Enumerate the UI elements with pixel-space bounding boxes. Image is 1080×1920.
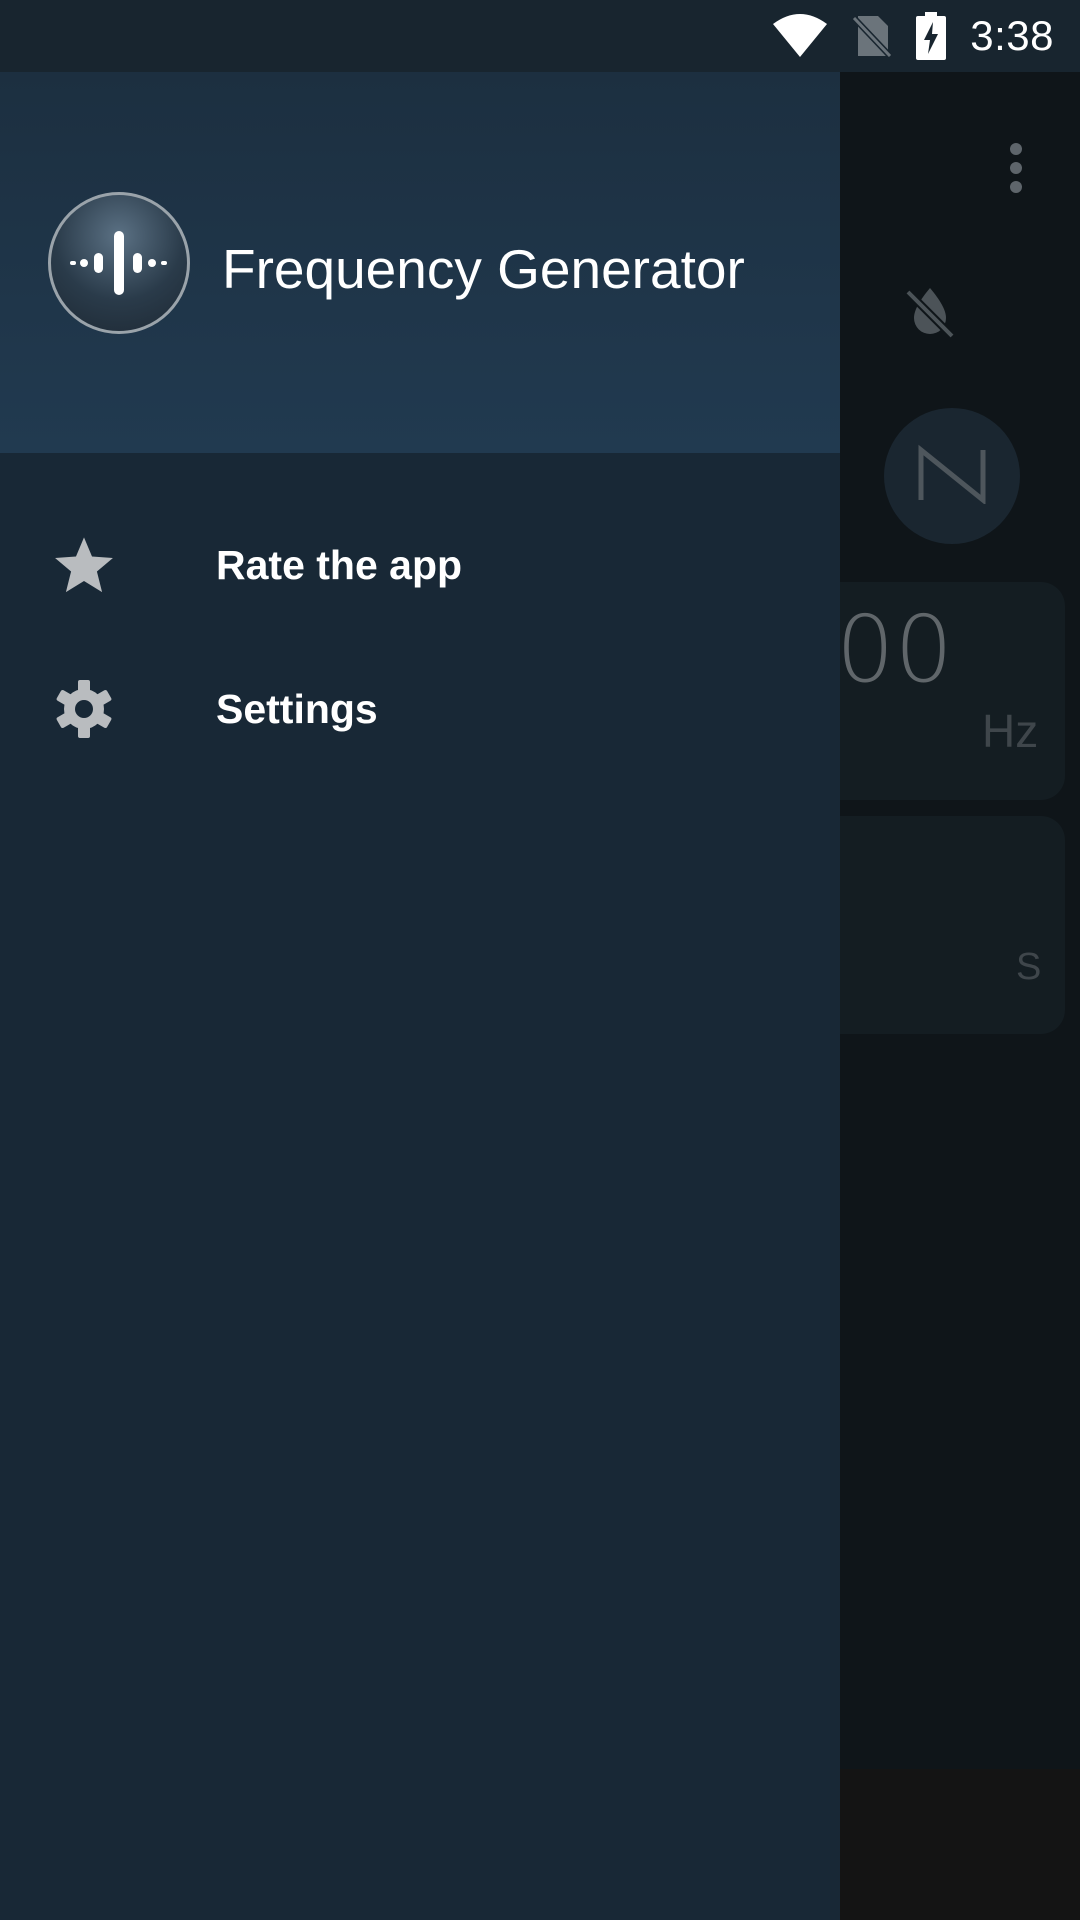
menu-item-settings[interactable]: Settings xyxy=(0,637,840,781)
app-title: Frequency Generator xyxy=(222,238,745,300)
bottom-bar xyxy=(840,1769,1080,1920)
battery-charging-icon xyxy=(916,12,947,60)
waveform-logo-icon xyxy=(48,192,190,334)
waveform-toggle-button[interactable] xyxy=(884,408,1020,544)
menu-item-label: Settings xyxy=(216,685,378,732)
menu-item-rate-app[interactable]: Rate the app xyxy=(0,493,840,637)
menu-item-label: Rate the app xyxy=(216,541,463,588)
status-bar: 3:38 xyxy=(0,0,1080,72)
star-icon xyxy=(52,533,116,597)
no-sim-icon xyxy=(852,14,893,58)
drawer-header: Frequency Generator xyxy=(0,72,840,453)
sawtooth-wave-icon xyxy=(917,444,987,509)
overflow-menu-icon[interactable] xyxy=(978,130,1054,206)
duration-unit: S xyxy=(1016,946,1042,988)
frequency-value: 00 xyxy=(836,596,954,703)
status-time: 3:38 xyxy=(970,12,1054,59)
navigation-drawer: Frequency Generator Rate the app Setting… xyxy=(0,72,840,1920)
wifi-icon xyxy=(772,14,828,58)
drawer-menu: Rate the app Settings xyxy=(0,453,840,781)
frequency-unit: Hz xyxy=(982,705,1039,757)
mute-icon[interactable] xyxy=(900,282,960,342)
gear-icon xyxy=(52,677,116,741)
